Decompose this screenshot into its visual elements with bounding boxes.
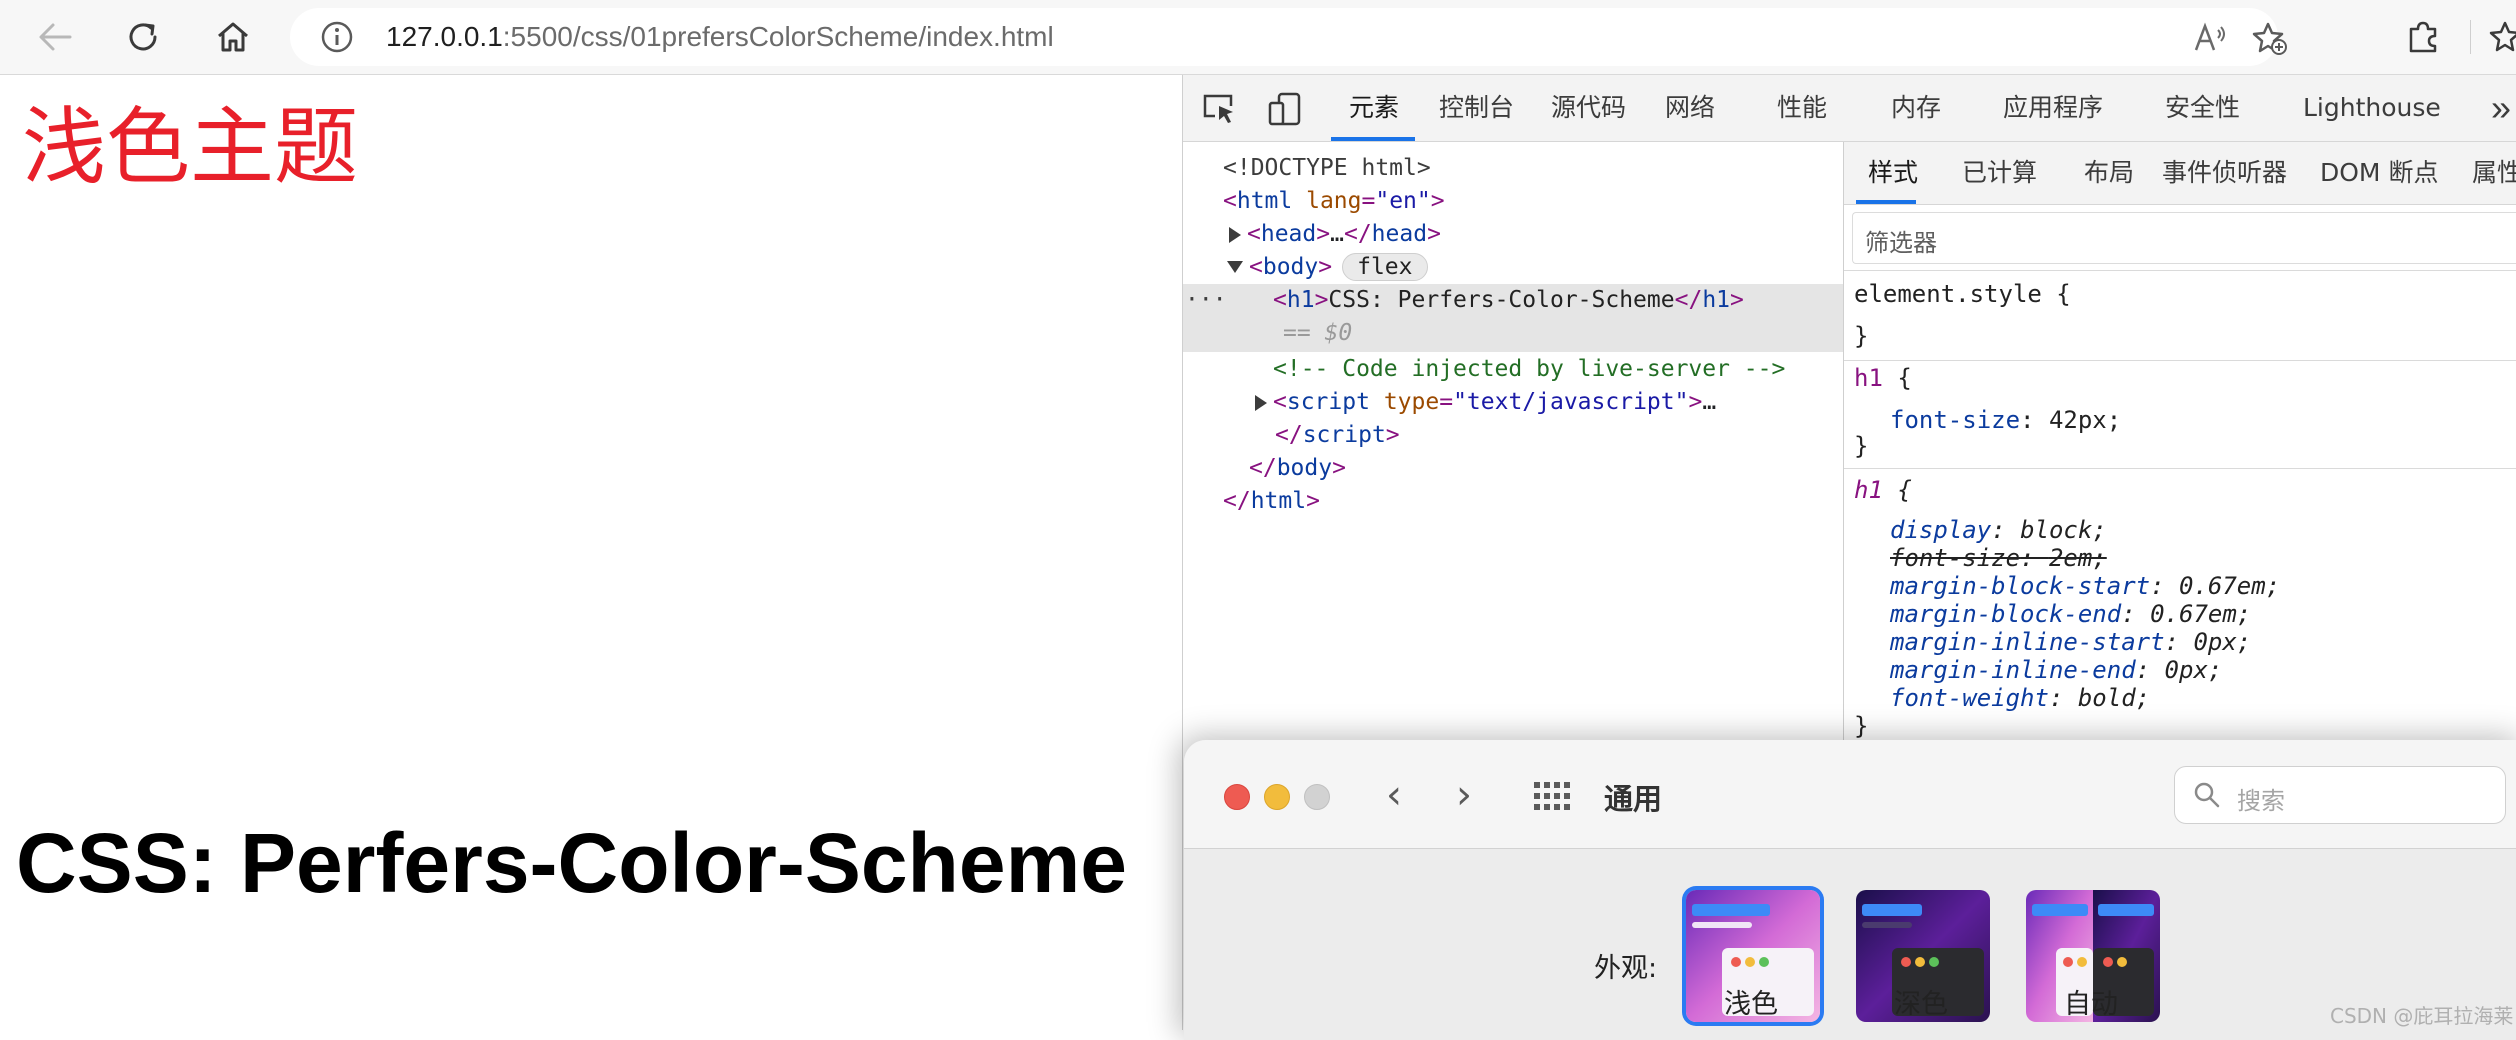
dom-node-script-close[interactable]: </script> bbox=[1183, 419, 1935, 451]
device-emulation-icon bbox=[1268, 92, 1301, 126]
rule-close-brace: } bbox=[1854, 432, 1869, 460]
toolbar-divider bbox=[2470, 20, 2471, 54]
rule2-prop-margin-inline-end[interactable]: margin-inline-end: 0px; bbox=[1890, 656, 2222, 684]
selected-node-marker: == $0 bbox=[1283, 320, 1353, 346]
dom-node-h1-selected[interactable]: ··· <h1>CSS: Perfers-Color-Scheme</h1> =… bbox=[1183, 284, 1843, 352]
tab-sources[interactable]: 源代码 bbox=[1551, 93, 1626, 123]
active-tab-indicator bbox=[1331, 137, 1415, 141]
device-toolbar-button[interactable] bbox=[1265, 89, 1305, 129]
show-all-grid-icon[interactable] bbox=[1534, 782, 1570, 810]
theme-heading: 浅色主题 bbox=[22, 98, 359, 196]
dom-node-doctype[interactable]: <!DOCTYPE html> bbox=[1183, 152, 1883, 184]
url-path: :5500/css/01prefersColorScheme/index.htm… bbox=[502, 21, 1054, 52]
prefs-titlebar: ‹ › 通用 搜索 bbox=[1184, 740, 2516, 849]
appearance-label: 外观: bbox=[1594, 953, 1658, 984]
tab-dom-breakpoints[interactable]: DOM 断点 bbox=[2320, 158, 2438, 188]
dom-node-script[interactable]: <script type="text/javascript">… bbox=[1183, 386, 1915, 418]
node-actions-ellipsis-icon[interactable]: ··· bbox=[1185, 284, 1227, 316]
rule2-prop-margin-inline-start[interactable]: margin-inline-start: 0px; bbox=[1890, 628, 2251, 656]
dom-node-body-close[interactable]: </body> bbox=[1183, 452, 1909, 484]
watermark: CSDN @庇耳拉海莱 bbox=[2330, 1004, 2514, 1028]
tab-console[interactable]: 控制台 bbox=[1439, 93, 1514, 123]
page-h1: CSS: Perfers-Color-Scheme bbox=[16, 816, 1127, 910]
rule2-prop-margin-block-start[interactable]: margin-block-start: 0.67em; bbox=[1890, 572, 2280, 600]
zoom-window-button[interactable] bbox=[1304, 784, 1330, 810]
tab-lighthouse[interactable]: Lighthouse bbox=[2303, 93, 2441, 123]
styles-active-indicator bbox=[1856, 200, 1916, 204]
more-tabs-chevron-icon[interactable]: » bbox=[2491, 87, 2511, 129]
rule1-selector[interactable]: h1 { bbox=[1854, 364, 1912, 392]
rule2-prop-font-weight[interactable]: font-weight: bold; bbox=[1890, 684, 2150, 712]
dom-node-html-close[interactable]: </html> bbox=[1183, 485, 1883, 517]
tab-layout[interactable]: 布局 bbox=[2084, 158, 2134, 188]
appearance-light-label[interactable]: 浅色 bbox=[1724, 982, 1778, 1021]
tab-memory[interactable]: 内存 bbox=[1891, 93, 1941, 123]
rule2-prop-display[interactable]: display: block; bbox=[1890, 516, 2107, 544]
star-plus-icon bbox=[2252, 22, 2287, 55]
tab-styles[interactable]: 样式 bbox=[1868, 158, 1918, 188]
expand-triangle-icon[interactable] bbox=[1229, 227, 1241, 243]
forward-chevron-icon[interactable]: › bbox=[1456, 772, 1472, 818]
puzzle-icon bbox=[2409, 21, 2437, 53]
favorites-star-icon bbox=[2489, 21, 2516, 52]
url-host: 127.0.0.1 bbox=[386, 21, 503, 52]
rule-close-brace: } bbox=[1854, 712, 1869, 740]
back-button[interactable] bbox=[32, 14, 78, 60]
add-favorite-button[interactable] bbox=[2250, 22, 2290, 55]
rule-divider bbox=[1844, 270, 2516, 271]
extensions-button[interactable] bbox=[2400, 14, 2446, 60]
tab-elements[interactable]: 元素 bbox=[1349, 93, 1399, 123]
inspect-element-button[interactable] bbox=[1199, 89, 1239, 129]
appearance-dark-label[interactable]: 深色 bbox=[1894, 982, 1948, 1021]
home-button[interactable] bbox=[210, 14, 256, 60]
read-aloud-button[interactable] bbox=[2190, 22, 2230, 54]
tab-network[interactable]: 网络 bbox=[1665, 93, 1715, 123]
web-page: 浅色主题 CSS: Perfers-Color-Scheme bbox=[0, 75, 1182, 1030]
inspect-icon bbox=[1203, 94, 1233, 123]
browser-toolbar: 127.0.0.1:5500/css/01prefersColorScheme/… bbox=[0, 0, 2516, 75]
reload-button[interactable] bbox=[120, 14, 166, 60]
close-window-button[interactable] bbox=[1224, 784, 1250, 810]
tab-application[interactable]: 应用程序 bbox=[2003, 93, 2103, 123]
rule2-prop-font-size-overridden[interactable]: font-size: 2em; bbox=[1890, 544, 2107, 572]
dom-node-head[interactable]: <head>…</head> bbox=[1183, 218, 1889, 250]
dom-node-body[interactable]: <body> flex bbox=[1183, 251, 1887, 283]
read-aloud-icon bbox=[2194, 22, 2225, 51]
minimize-window-button[interactable] bbox=[1264, 784, 1290, 810]
element-style-rule[interactable]: element.style { bbox=[1854, 280, 2071, 308]
back-chevron-icon[interactable]: ‹ bbox=[1386, 772, 1402, 818]
expand-triangle-icon[interactable] bbox=[1255, 395, 1267, 411]
rule1-prop-font-size[interactable]: font-size: 42px; bbox=[1890, 406, 2121, 434]
favorites-button[interactable] bbox=[2484, 14, 2516, 60]
styles-filter-input[interactable]: 筛选器 bbox=[1852, 212, 2516, 264]
site-info-icon[interactable] bbox=[320, 20, 354, 54]
search-icon bbox=[2194, 782, 2220, 808]
devtools-tabbar: 元素 控制台 源代码 网络 性能 内存 应用程序 安全性 Lighthouse … bbox=[1183, 75, 2516, 142]
tab-properties[interactable]: 属性 bbox=[2472, 158, 2516, 188]
tab-computed[interactable]: 已计算 bbox=[1962, 158, 2037, 188]
flex-badge[interactable]: flex bbox=[1342, 253, 1428, 281]
back-arrow-icon bbox=[39, 23, 72, 51]
rule2-prop-margin-block-end[interactable]: margin-block-end: 0.67em; bbox=[1890, 600, 2251, 628]
appearance-auto-label[interactable]: 自动 bbox=[2064, 982, 2118, 1021]
prefs-pane-title: 通用 bbox=[1604, 782, 1663, 816]
rule-close-brace: } bbox=[1854, 322, 1869, 350]
home-icon bbox=[218, 22, 248, 52]
dom-node-html[interactable]: <html lang="en"> bbox=[1183, 185, 1883, 217]
tab-security[interactable]: 安全性 bbox=[2165, 93, 2240, 123]
system-preferences-window: ‹ › 通用 搜索 外观: 浅色 深色 自动 bbox=[1184, 740, 2516, 1040]
rule-divider bbox=[1844, 468, 2516, 469]
styles-tabbar: 样式 已计算 布局 事件侦听器 DOM 断点 属性 bbox=[1844, 142, 2516, 205]
tab-event-listeners[interactable]: 事件侦听器 bbox=[2162, 158, 2287, 188]
tab-performance[interactable]: 性能 bbox=[1777, 93, 1827, 123]
rule2-selector[interactable]: h1 { bbox=[1854, 476, 1912, 504]
prefs-search-field[interactable]: 搜索 bbox=[2174, 766, 2506, 824]
rule-divider bbox=[1844, 360, 2516, 361]
address-bar[interactable]: 127.0.0.1:5500/css/01prefersColorScheme/… bbox=[290, 8, 2287, 66]
reload-icon bbox=[129, 23, 157, 51]
collapse-triangle-icon[interactable] bbox=[1227, 261, 1243, 273]
dom-node-comment[interactable]: <!-- Code injected by live-server --> bbox=[1183, 353, 1933, 385]
url-text[interactable]: 127.0.0.1:5500/css/01prefersColorScheme/… bbox=[386, 22, 1054, 52]
